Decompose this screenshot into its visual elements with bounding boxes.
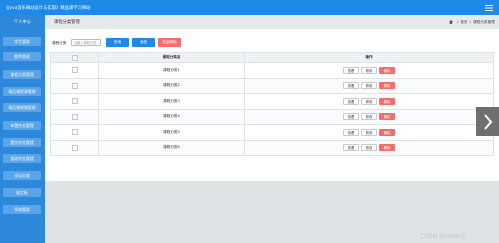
delete-button[interactable]: 删除	[379, 128, 395, 136]
table-row: 课程分类2 查看 修改 删除	[50, 77, 494, 94]
actions-column-header: 操作	[244, 52, 494, 63]
category-name-cell: 课程分类2	[98, 77, 245, 94]
breadcrumb-sep-first: /	[457, 20, 459, 24]
main-content: 课程分类管理 / 首页 / 课程分类管理 课程分类 查询 添加 批量删除 课程分…	[45, 15, 499, 243]
delete-button[interactable]: 删除	[379, 66, 395, 74]
watermark: CSDN @noob岂	[420, 233, 466, 240]
table-header-row: 课程分类名 操作	[50, 52, 494, 63]
sidebar-item-system[interactable]: 系统管理	[3, 205, 41, 214]
view-button[interactable]: 查看	[343, 113, 359, 121]
sidebar-item-course-categories[interactable]: 课程分类管理	[3, 70, 41, 79]
chevron-right-icon	[483, 113, 492, 130]
search-row: 课程分类 查询 添加 批量删除	[50, 36, 493, 50]
app-title: 《Java音乐网站设计与实现》精品课学习网站	[4, 5, 91, 11]
row-select-cell[interactable]	[50, 108, 99, 125]
delete-button[interactable]: 删除	[379, 82, 395, 90]
table-row: 课程分类3 查看 修改 删除	[50, 93, 494, 110]
sidebar-item-teachers[interactable]: 教师管理	[3, 52, 41, 61]
add-button[interactable]: 添加	[132, 38, 155, 47]
table-row: 课程分类1 查看 修改 删除	[50, 62, 494, 79]
row-actions: 查看 修改 删除	[244, 108, 494, 125]
edit-button[interactable]: 修改	[361, 97, 377, 105]
row-checkbox[interactable]	[71, 98, 78, 105]
search-label: 课程分类	[52, 40, 67, 45]
category-name-cell: 课程分类6	[98, 139, 245, 156]
user-menu-icon[interactable]	[483, 4, 495, 12]
breadcrumb: / 首页 / 课程分类管理	[449, 20, 495, 25]
sidebar-item-forum[interactable]: 论坛交流	[3, 171, 41, 180]
edit-button[interactable]: 修改	[361, 144, 377, 152]
sidebar-item-students[interactable]: 学生管理	[3, 37, 41, 46]
view-button[interactable]: 查看	[343, 97, 359, 105]
sidebar-item-message-board[interactable]: 留言板	[3, 188, 41, 197]
select-all-checkbox[interactable]	[71, 54, 78, 61]
view-button[interactable]: 查看	[343, 82, 359, 90]
name-column-header: 课程分类名	[98, 52, 245, 63]
breadcrumb-bar: 课程分类管理 / 首页 / 课程分类管理	[45, 15, 499, 29]
category-name-cell: 课程分类4	[98, 108, 245, 125]
table-row: 课程分类4 查看 修改 删除	[50, 108, 494, 125]
sidebar-personal-center[interactable]: 个人中心	[0, 15, 45, 29]
view-button[interactable]: 查看	[343, 144, 359, 152]
row-actions: 查看 修改 删除	[244, 77, 494, 94]
search-button[interactable]: 查询	[106, 38, 129, 47]
content-card: 课程分类 查询 添加 批量删除 课程分类名 操作 课程分类1 查看修	[50, 36, 494, 193]
delete-button[interactable]: 删除	[379, 97, 395, 105]
sidebar-item-course-resources[interactable]: 精品课资源管理	[3, 87, 41, 96]
row-checkbox[interactable]	[71, 113, 78, 120]
delete-button[interactable]: 删除	[379, 113, 395, 121]
category-table: 课程分类名 操作 课程分类1 查看 修改 删除 课程分类2 查看 修改 删除 课…	[50, 52, 494, 156]
breadcrumb-home[interactable]: 首页	[460, 20, 467, 25]
view-button[interactable]: 查看	[343, 128, 359, 136]
edit-button[interactable]: 修改	[361, 82, 377, 90]
home-icon	[449, 20, 453, 24]
row-select-cell[interactable]	[50, 62, 99, 79]
row-select-cell[interactable]	[50, 93, 99, 110]
sidebar-item-grade-homework[interactable]: 批改作业管理	[3, 154, 41, 163]
sidebar-item-course-videos[interactable]: 精品课视频管理	[3, 103, 41, 112]
row-actions: 查看 修改 删除	[244, 124, 494, 141]
bulk-delete-button[interactable]: 批量删除	[158, 38, 181, 47]
row-checkbox[interactable]	[71, 67, 78, 74]
row-select-cell[interactable]	[50, 77, 99, 94]
view-button[interactable]: 查看	[343, 66, 359, 74]
breadcrumb-sep: /	[469, 20, 471, 24]
table-row: 课程分类5 查看 修改 删除	[50, 124, 494, 141]
row-actions: 查看 修改 删除	[244, 62, 494, 79]
row-checkbox[interactable]	[71, 129, 78, 136]
category-name-cell: 课程分类3	[98, 93, 245, 110]
sidebar-item-submit-homework[interactable]: 提交作业管理	[3, 138, 41, 147]
row-checkbox[interactable]	[71, 144, 78, 151]
category-name-cell: 课程分类1	[98, 62, 245, 79]
edit-button[interactable]: 修改	[361, 128, 377, 136]
table-row: 课程分类6 查看 修改 删除	[50, 139, 494, 156]
category-name-cell: 课程分类5	[98, 124, 245, 141]
select-all-header[interactable]	[50, 52, 99, 63]
top-bar: 《Java音乐网站设计与实现》精品课学习网站	[0, 0, 499, 15]
row-actions: 查看 修改 删除	[244, 139, 494, 156]
breadcrumb-current: 课程分类管理	[472, 19, 495, 24]
next-arrow-button[interactable]	[476, 107, 499, 136]
edit-button[interactable]: 修改	[361, 66, 377, 74]
row-select-cell[interactable]	[50, 124, 99, 141]
page-title: 课程分类管理	[54, 20, 80, 25]
search-input[interactable]	[71, 39, 101, 46]
row-select-cell[interactable]	[50, 139, 99, 156]
sidebar: 个人中心 学生管理 教师管理 课程分类管理 精品课资源管理 精品课视频管理 布置…	[0, 15, 45, 243]
sidebar-item-assign-homework[interactable]: 布置作业管理	[3, 121, 41, 130]
delete-button[interactable]: 删除	[379, 144, 395, 152]
edit-button[interactable]: 修改	[361, 113, 377, 121]
row-checkbox[interactable]	[71, 82, 78, 89]
row-actions: 查看 修改 删除	[244, 93, 494, 110]
